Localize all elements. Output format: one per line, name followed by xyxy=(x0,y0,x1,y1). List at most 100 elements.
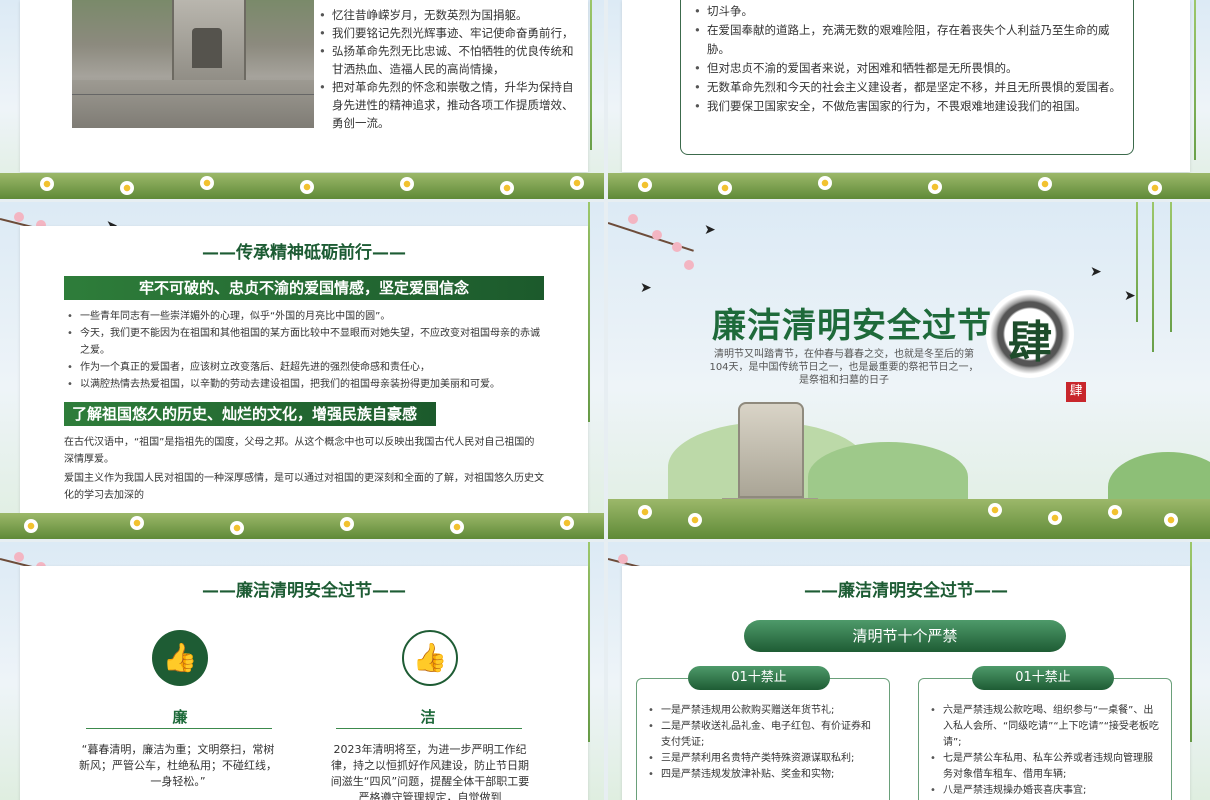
content-card: 忆往昔峥嵘岁月，无数英烈为国捐躯。 我们要铭记先烈光辉事迹、牢记使命奋勇前行， … xyxy=(20,0,588,172)
daisy-icon xyxy=(1048,511,1062,525)
daisy-icon xyxy=(450,520,464,534)
slide-4[interactable]: ➤ ➤ ➤ ➤ 廉洁清明安全过节 肆 肆 清明节又叫踏青节，在仲春与暮春之交，也… xyxy=(608,202,1210,539)
tomb-door xyxy=(192,28,222,68)
item-text: 2023年清明将至，为进一步严明工作纪律，持之以恒抓好作风建设，防止节日期间滋生… xyxy=(330,743,530,800)
willow-branch xyxy=(590,0,592,150)
list-item: 一些青年同志有一些崇洋媚外的心理，似乎“外国的月亮比中国的圆”。 xyxy=(66,308,546,325)
section-heading: ——传承精神砥砺前行—— xyxy=(202,243,406,263)
content-card: ——廉洁清明安全过节—— 👍 廉 “暮春清明，廉洁为重；文明祭扫，常树新风；严管… xyxy=(20,566,588,800)
daisy-icon xyxy=(230,521,244,535)
flower-strip xyxy=(0,173,604,199)
list-item: 在爱国奉献的道路上，充满无数的艰难险阻，存在着丧失个人利益乃至生命的威胁。 xyxy=(693,21,1125,59)
daisy-icon xyxy=(688,513,702,527)
daisy-icon xyxy=(638,505,652,519)
ink-circle: 肆 xyxy=(986,290,1074,378)
list-item: 六是严禁违规公款吃喝、组织参与“一桌餐”、出入私人会所、“同级吃请”“上下吃请”… xyxy=(929,703,1161,751)
green-title-bar: 了解祖国悠久的历史、灿烂的文化，增强民族自豪感 xyxy=(64,402,436,426)
willow-branch xyxy=(1170,202,1172,332)
green-title-bar: 牢不可破的、忠贞不渝的爱国情感，坚定爱国信念 xyxy=(64,276,544,300)
section-heading: ——廉洁清明安全过节—— xyxy=(804,581,1008,601)
paragraph: 爱国主义作为我国人民对祖国的一种深厚感情，是可以通过对祖国的更深刻和全面的了解，… xyxy=(64,473,544,501)
thumbs-up-glyph: 👍 xyxy=(162,641,198,674)
list-item: 切斗争。 xyxy=(693,2,1125,21)
blossom-icon xyxy=(684,260,694,270)
slide-1[interactable]: 忆往昔峥嵘岁月，无数英烈为国捐躯。 我们要铭记先烈光辉事迹、牢记使命奋勇前行， … xyxy=(0,0,604,199)
tag-pill: 01十禁止 xyxy=(688,666,830,690)
slide-description: 清明节又叫踏青节，在仲春与暮春之交，也就是冬至后的第104天，是中国传统节日之一… xyxy=(709,349,979,386)
item-text: “暮春清明，廉洁为重；文明祭扫，常树新风；严管公车，杜绝私用；不碰红线，一身轻松… xyxy=(79,743,277,788)
underline xyxy=(86,728,272,729)
daisy-icon xyxy=(200,176,214,190)
swallow-icon: ➤ xyxy=(704,222,716,238)
thumbs-up-icon: 👍 xyxy=(152,630,208,686)
thumbs-up-glyph: 👍 xyxy=(412,641,448,674)
section-heading: ——廉洁清明安全过节—— xyxy=(202,581,406,601)
content-card: 切斗争。 在爱国奉献的道路上，充满无数的艰难险阻，存在着丧失个人利益乃至生命的威… xyxy=(622,0,1190,172)
paragraph: 在古代汉语中，“祖国”是指祖先的国度，父母之邦。从这个概念中也可以反映出我国古代… xyxy=(64,437,535,465)
blossom-icon xyxy=(628,214,638,224)
content-card: ——廉洁清明安全过节—— 清明节十个严禁 一是严禁违规用公款购买赠送年货节礼; … xyxy=(622,566,1190,800)
swallow-icon: ➤ xyxy=(1124,288,1136,304)
underline xyxy=(336,728,522,729)
memorial-photo xyxy=(72,0,314,128)
list-item: 我们要保卫国家安全，不做危害国家的行为，不畏艰难地建设我们的祖国。 xyxy=(693,97,1125,116)
tomb-shape xyxy=(172,0,246,90)
slide-title: 廉洁清明安全过节 xyxy=(712,306,992,346)
swallow-icon: ➤ xyxy=(640,280,652,296)
bullet-list: 一是严禁违规用公款购买赠送年货节礼; 二是严禁收送礼品礼金、电子红包、有价证券和… xyxy=(647,703,879,783)
list-item: 二是严禁收送礼品礼金、电子红包、有价证券和支付凭证; xyxy=(647,719,879,751)
blossom-icon xyxy=(652,230,662,240)
willow-branch xyxy=(1152,202,1154,352)
flower-strip xyxy=(608,499,1210,539)
daisy-icon xyxy=(24,519,38,533)
list-item: 三是严禁利用名贵特产类特殊资源谋取私利; xyxy=(647,751,879,767)
slide-5[interactable]: ——廉洁清明安全过节—— 👍 廉 “暮春清明，廉洁为重；文明祭扫，常树新风；严管… xyxy=(0,542,604,800)
daisy-icon xyxy=(638,178,652,192)
list-box: 一是严禁违规用公款购买赠送年货节礼; 二是严禁收送礼品礼金、电子红包、有价证券和… xyxy=(636,678,890,800)
list-item: 以满腔热情去热爱祖国，以辛勤的劳动去建设祖国，把我们的祖国母亲装扮得更加美丽和可… xyxy=(66,376,546,393)
flower-strip xyxy=(0,513,604,539)
list-item: 作为一个真正的爱国者，应该树立改变落后、赶超先进的强烈使命感和责任心， xyxy=(66,359,546,376)
swallow-icon: ➤ xyxy=(1090,264,1102,280)
list-item: 八是严禁违规操办婚丧喜庆事宜; xyxy=(929,783,1161,799)
content-card: ——传承精神砥砺前行—— 牢不可破的、忠贞不渝的爱国情感，坚定爱国信念 一些青年… xyxy=(20,226,588,514)
daisy-icon xyxy=(130,516,144,530)
tombstone-icon xyxy=(738,402,804,498)
blossom-icon xyxy=(14,212,24,222)
list-item-text: 切斗争。 xyxy=(707,4,753,18)
list-item: 四是严禁违规发放津补贴、奖金和实物; xyxy=(647,767,879,783)
flower-strip xyxy=(608,173,1210,199)
list-item: 我们要铭记先烈光辉事迹、牢记使命奋勇前行， xyxy=(318,24,574,42)
wall-line xyxy=(72,94,314,95)
daisy-icon xyxy=(1148,181,1162,195)
willow-branch xyxy=(1194,0,1196,160)
daisy-icon xyxy=(988,503,1002,517)
slide-6[interactable]: ——廉洁清明安全过节—— 清明节十个严禁 一是严禁违规用公款购买赠送年货节礼; … xyxy=(608,542,1210,800)
red-seal: 肆 xyxy=(1066,382,1086,402)
list-item: 但对忠贞不渝的爱国者来说，对困难和牺牲都是无所畏惧的。 xyxy=(693,59,1125,78)
willow-branch xyxy=(588,202,590,422)
slide-2[interactable]: 切斗争。 在爱国奉献的道路上，充满无数的艰难险阻，存在着丧失个人利益乃至生命的威… xyxy=(608,0,1210,199)
daisy-icon xyxy=(1108,505,1122,519)
tag-pill: 01十禁止 xyxy=(972,666,1114,690)
slide-3[interactable]: ➤ ——传承精神砥砺前行—— 牢不可破的、忠贞不渝的爱国情感，坚定爱国信念 一些… xyxy=(0,202,604,539)
daisy-icon xyxy=(400,177,414,191)
daisy-icon xyxy=(40,177,54,191)
daisy-icon xyxy=(120,181,134,195)
daisy-icon xyxy=(818,176,832,190)
daisy-icon xyxy=(300,180,314,194)
daisy-icon xyxy=(560,516,574,530)
daisy-icon xyxy=(718,181,732,195)
bordered-box: 切斗争。 在爱国奉献的道路上，充满无数的艰难险阻，存在着丧失个人利益乃至生命的威… xyxy=(680,0,1134,155)
daisy-icon xyxy=(500,181,514,195)
list-item: 七是严禁公车私用、私车公养或者违规向管理服务对象借车租车、借用车辆; xyxy=(929,751,1161,783)
daisy-icon xyxy=(570,176,584,190)
list-item: 无数革命先烈和今天的社会主义建设者，都是坚定不移，并且无所畏惧的爱国者。 xyxy=(693,78,1125,97)
item-label: 洁 xyxy=(420,708,436,726)
bullet-list: 一些青年同志有一些崇洋媚外的心理，似乎“外国的月亮比中国的圆”。 今天，我们更不… xyxy=(66,308,546,393)
willow-branch xyxy=(1136,202,1138,322)
ink-character: 肆 xyxy=(1008,317,1052,368)
daisy-icon xyxy=(1038,177,1052,191)
bullet-list: 六是严禁违规公款吃喝、组织参与“一桌餐”、出入私人会所、“同级吃请”“上下吃请”… xyxy=(929,703,1161,799)
title-pill: 清明节十个严禁 xyxy=(744,620,1066,652)
